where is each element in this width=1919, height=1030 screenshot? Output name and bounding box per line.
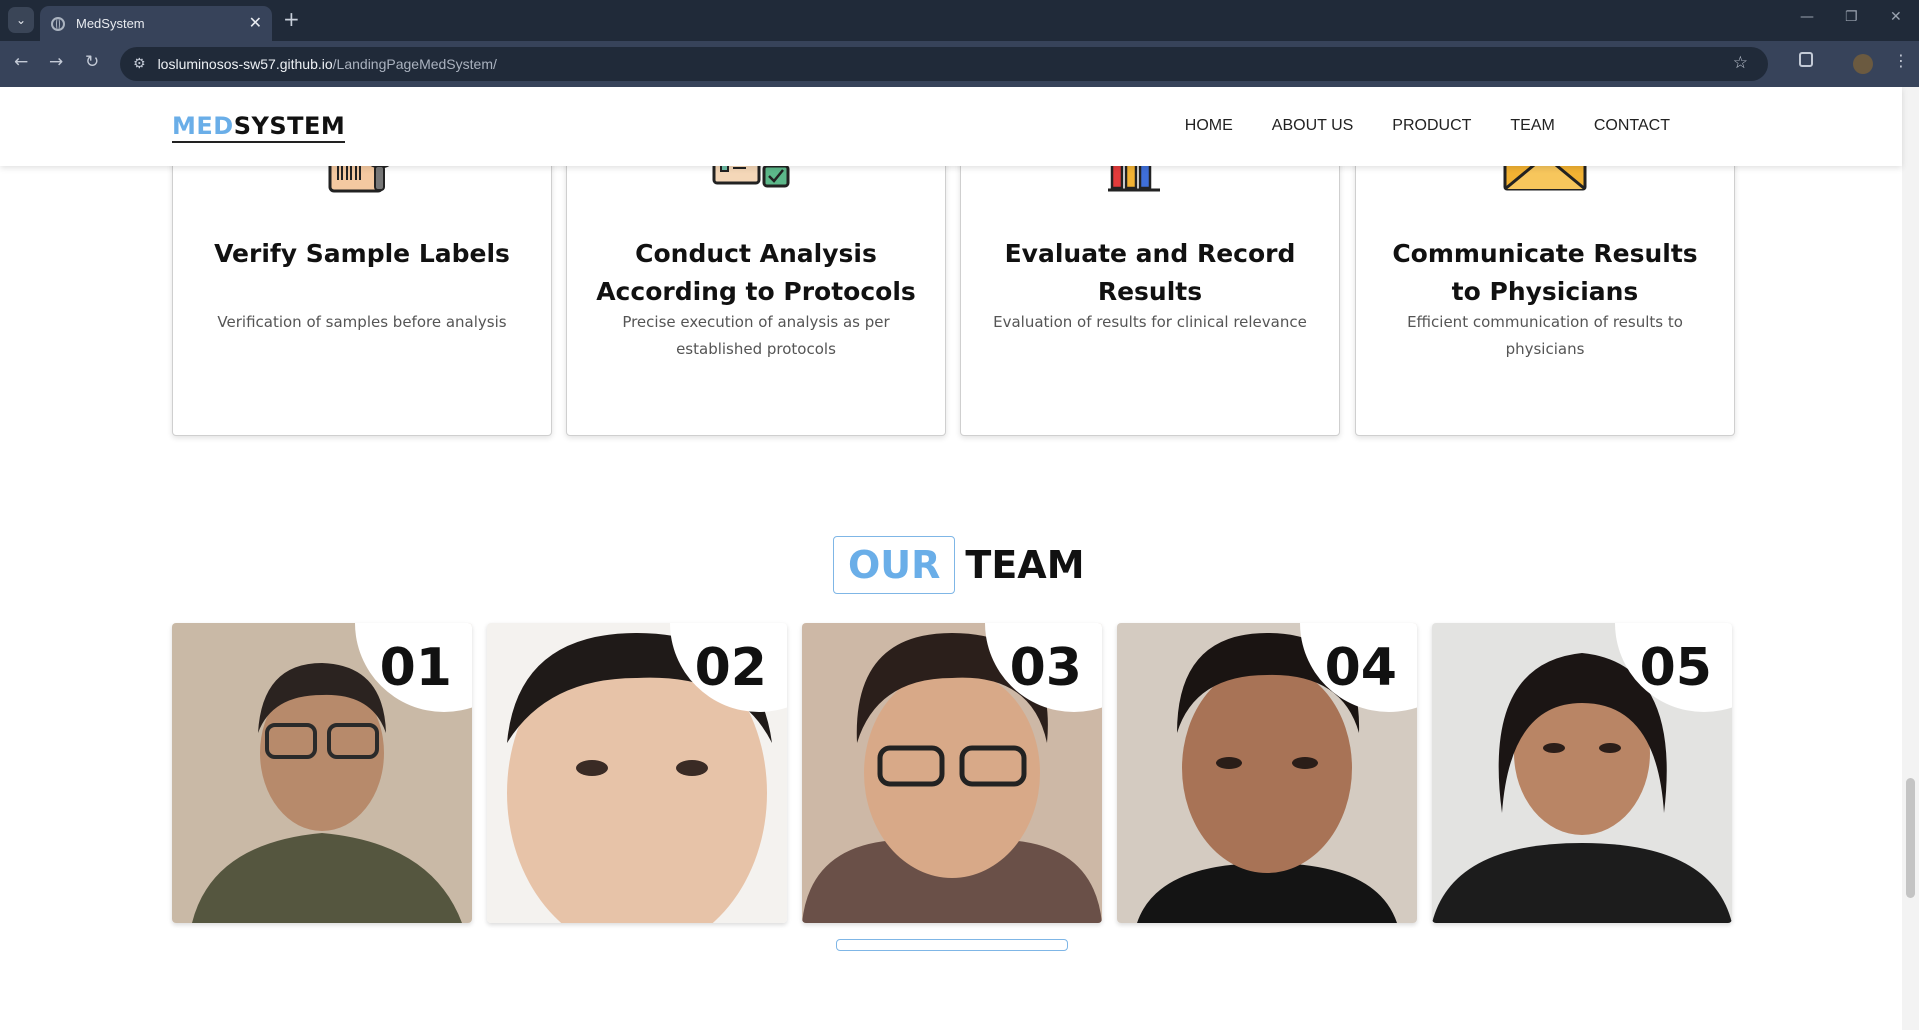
page-viewport: Verify Sample Labels Verification of sam… <box>0 87 1919 1030</box>
team-member-card: 05 <box>1432 623 1732 923</box>
url-text: losluminosos-sw57.github.io/LandingPageM… <box>157 56 497 72</box>
new-tab-icon[interactable]: + <box>283 7 300 31</box>
service-description: Efficient communication of results to ph… <box>1407 313 1683 358</box>
member-number: 03 <box>1009 638 1082 698</box>
scrollbar-thumb[interactable] <box>1906 778 1915 898</box>
bookmark-star-icon[interactable]: ☆ <box>1733 53 1748 73</box>
site-logo[interactable]: MEDSYSTEM <box>172 112 346 143</box>
tab-title: MedSystem <box>76 16 145 31</box>
service-description: Evaluation of results for clinical relev… <box>993 313 1307 331</box>
profile-avatar[interactable] <box>1853 54 1873 74</box>
member-number: 05 <box>1639 638 1712 698</box>
tab-search-chevron-icon[interactable]: ⌄ <box>8 7 34 33</box>
nav-home[interactable]: HOME <box>1185 117 1233 135</box>
back-icon[interactable]: ← <box>14 52 28 72</box>
team-heading: OUR TEAM <box>833 536 1085 594</box>
nav-menu: HOME ABOUT US PRODUCT TEAM CONTACT <box>1146 117 1670 135</box>
nav-product[interactable]: PRODUCT <box>1392 117 1471 135</box>
member-number: 04 <box>1324 638 1397 698</box>
browser-tab[interactable]: MedSystem ✕ <box>40 6 272 41</box>
member-number: 01 <box>379 638 452 698</box>
nav-contact[interactable]: CONTACT <box>1594 117 1670 135</box>
team-heading-accent: OUR <box>833 536 956 594</box>
team-heading-main: TEAM <box>965 543 1085 587</box>
tab-close-icon[interactable]: ✕ <box>249 13 262 32</box>
services-section: Verify Sample Labels Verification of sam… <box>172 127 1735 436</box>
browser-tab-bar: ⌄ MedSystem ✕ + — ❐ ✕ <box>0 0 1919 41</box>
section-heading-stub <box>836 939 1068 951</box>
service-title: Verify Sample Labels <box>214 239 510 268</box>
window-close-icon[interactable]: ✕ <box>1890 9 1902 25</box>
service-card: Verify Sample Labels Verification of sam… <box>172 127 552 436</box>
member-number: 02 <box>694 638 767 698</box>
restore-icon[interactable]: ❐ <box>1845 9 1858 25</box>
nav-team[interactable]: TEAM <box>1510 117 1554 135</box>
service-title: Evaluate and Record Results <box>1004 239 1296 306</box>
team-member-card: 03 <box>802 623 1102 923</box>
service-description: Precise execution of analysis as per est… <box>622 313 890 358</box>
minimize-icon[interactable]: — <box>1800 9 1814 25</box>
address-bar[interactable]: ⚙ losluminosos-sw57.github.io/LandingPag… <box>120 47 1768 81</box>
globe-icon <box>51 16 65 31</box>
forward-icon[interactable]: → <box>49 52 63 72</box>
reload-icon[interactable]: ↻ <box>85 52 99 72</box>
team-member-card: 02 <box>487 623 787 923</box>
site-navbar: MEDSYSTEM HOME ABOUT US PRODUCT TEAM CON… <box>0 87 1902 166</box>
nav-about-us[interactable]: ABOUT US <box>1272 117 1354 135</box>
service-card: Evaluate and Record Results Evaluation o… <box>960 127 1340 436</box>
service-card: Conduct Analysis According to Protocols … <box>566 127 946 436</box>
extensions-icon[interactable] <box>1799 52 1813 67</box>
site-settings-icon[interactable]: ⚙ <box>133 56 146 72</box>
team-member-card: 04 <box>1117 623 1417 923</box>
browser-toolbar: ← → ↻ ⚙ losluminosos-sw57.github.io/Land… <box>0 41 1919 87</box>
service-title: Communicate Results to Physicians <box>1392 239 1698 306</box>
team-member-card: 01 <box>172 623 472 923</box>
browser-menu-icon[interactable]: ⋮ <box>1893 51 1909 70</box>
service-description: Verification of samples before analysis <box>217 313 507 331</box>
service-title: Conduct Analysis According to Protocols <box>596 239 916 306</box>
service-card: Communicate Results to Physicians Effici… <box>1355 127 1735 436</box>
